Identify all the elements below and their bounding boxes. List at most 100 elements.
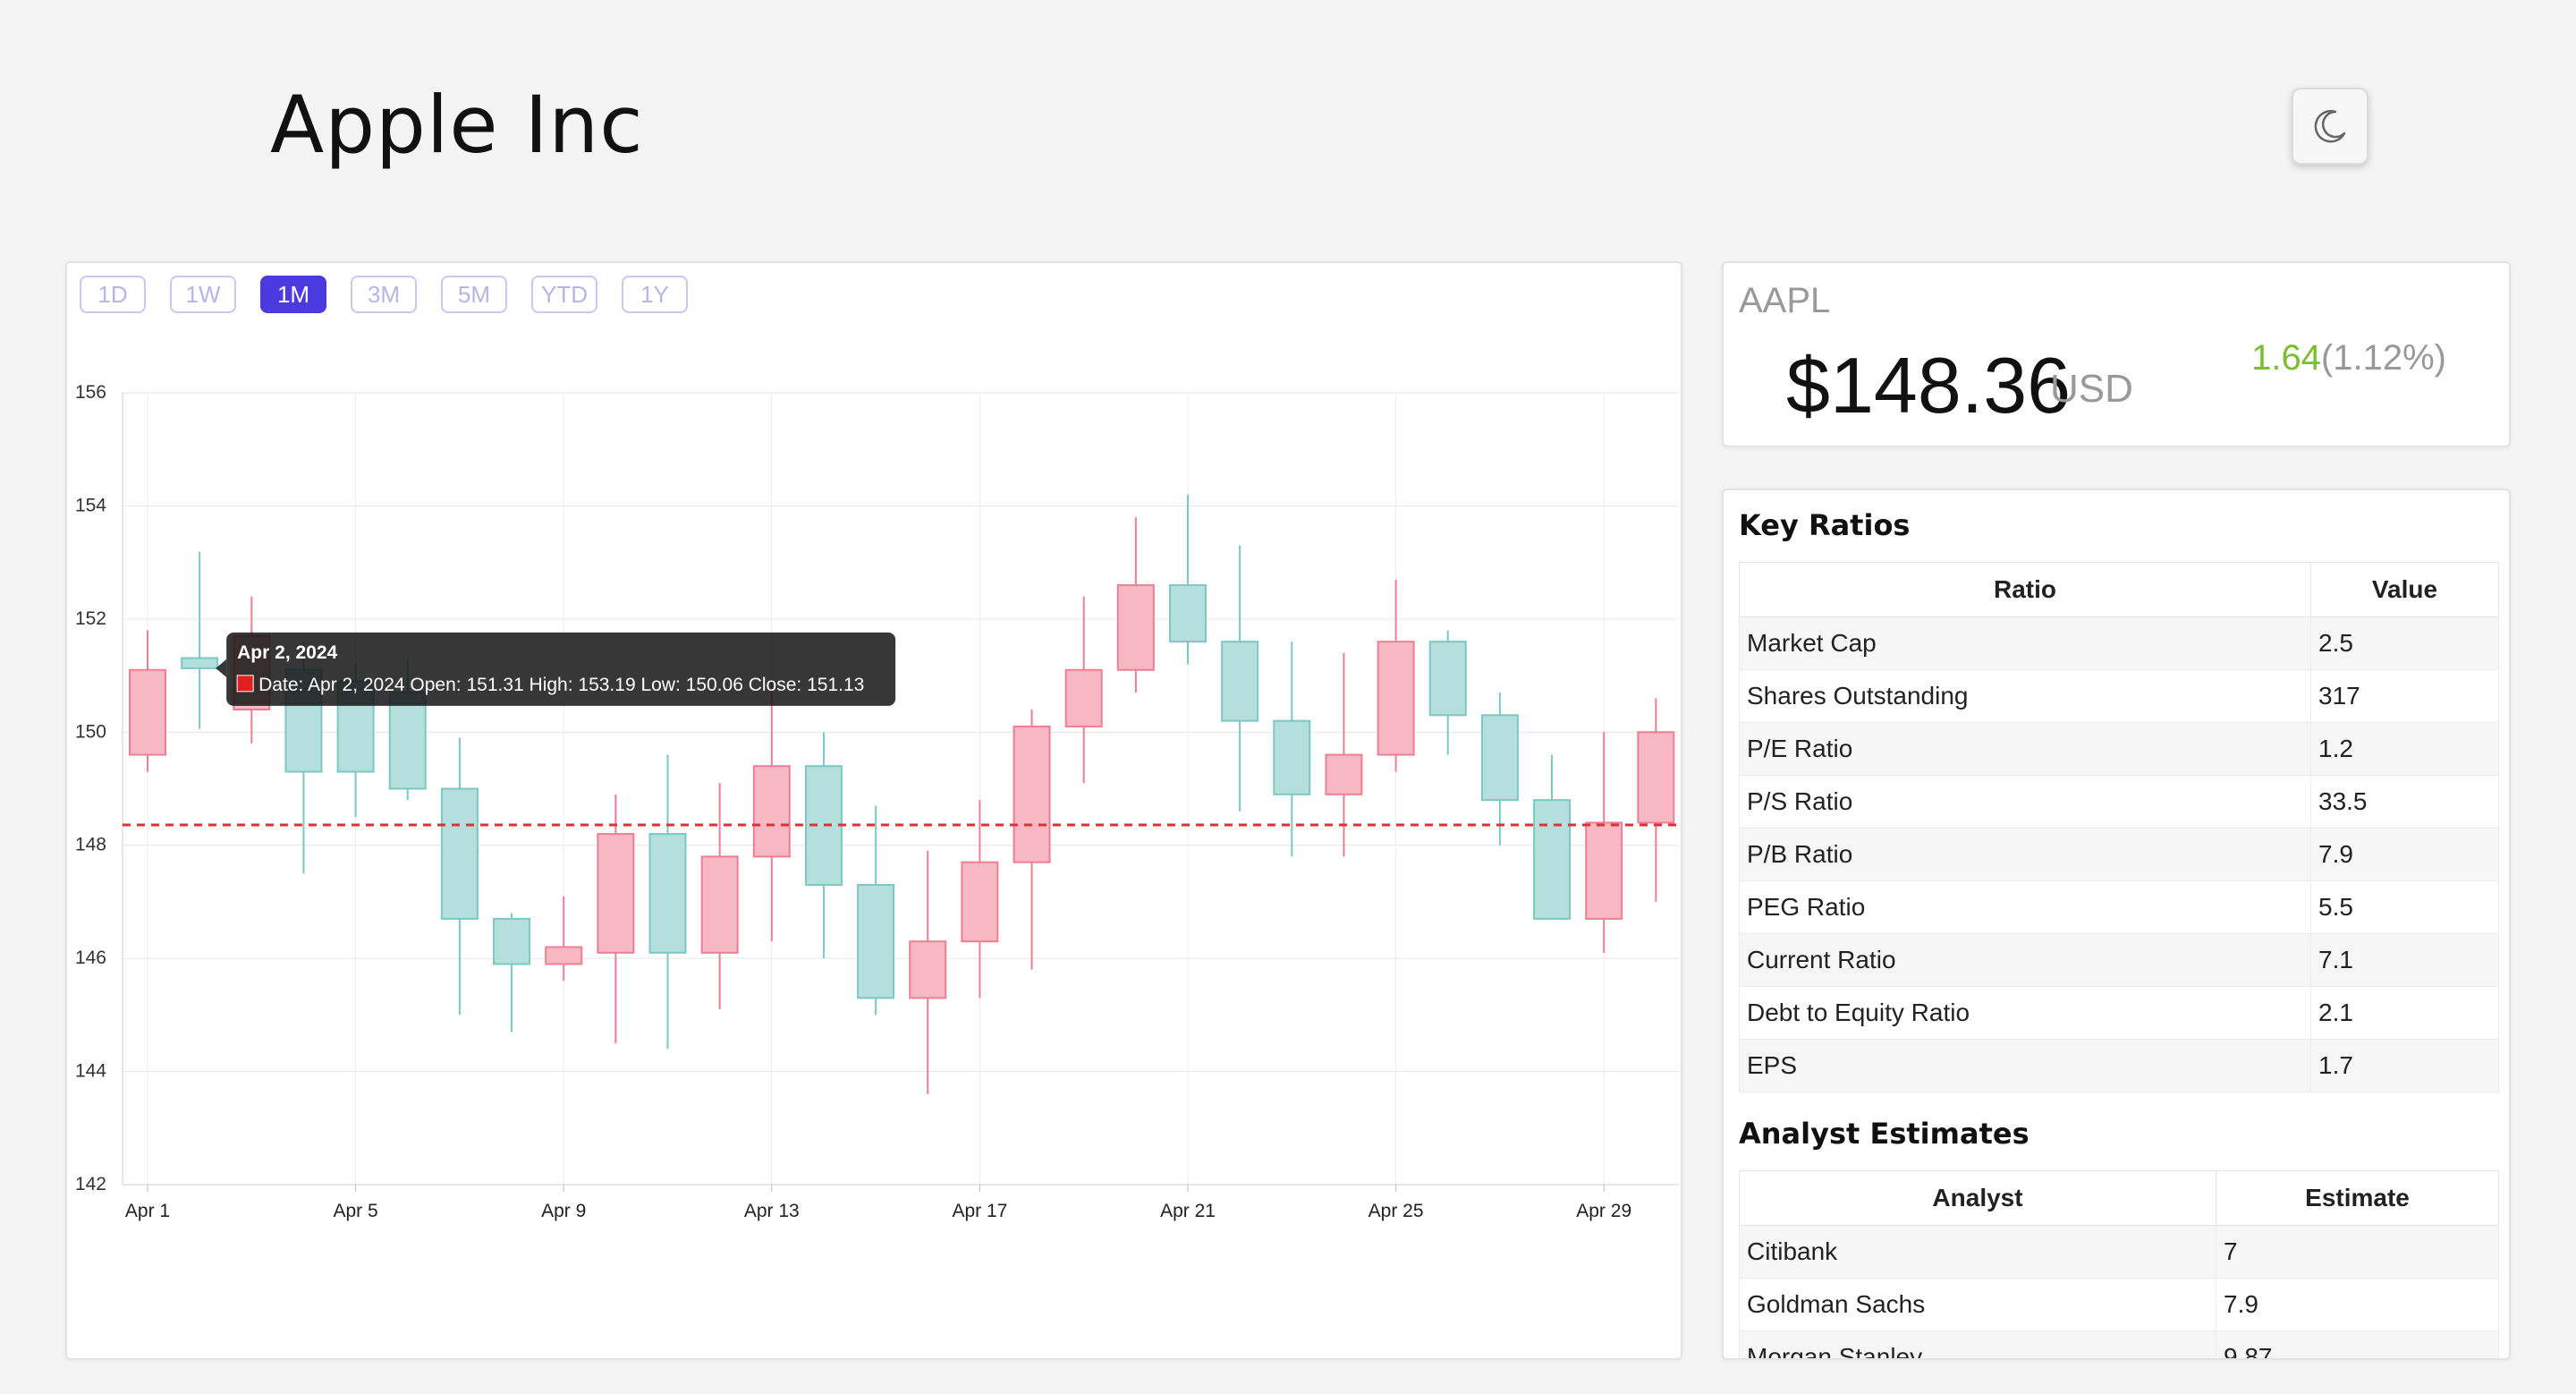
range-button-5m[interactable]: 5M <box>441 276 507 313</box>
tooltip-color-swatch <box>236 675 254 693</box>
candle-body <box>1273 719 1311 795</box>
table-header-row: Ratio Value <box>1739 562 2499 617</box>
estimate-row-value: 7.9 <box>2216 1278 2499 1331</box>
range-button-ytd[interactable]: YTD <box>531 276 597 313</box>
value-column-header: Value <box>2310 562 2499 617</box>
x-tick-label: Apr 13 <box>744 1201 800 1221</box>
x-tick-label: Apr 1 <box>125 1201 170 1221</box>
candle-body <box>545 946 583 965</box>
analyst-estimates-title: Analyst Estimates <box>1739 1117 2029 1151</box>
ratio-row-value: 7.1 <box>2310 933 2499 987</box>
x-tick-label: Apr 9 <box>541 1201 586 1221</box>
y-tick-label: 152 <box>75 608 106 629</box>
change-value: 1.64 <box>2251 338 2321 378</box>
candle-body <box>1428 641 1467 717</box>
ratio-row: Debt to Equity Ratio 2.1 <box>1739 986 2499 1040</box>
estimate-row-value: 9.87 <box>2216 1330 2499 1358</box>
candle-body <box>1116 583 1155 671</box>
candle-body <box>1533 799 1572 920</box>
candle-body <box>388 692 427 790</box>
ratio-row-label: Debt to Equity Ratio <box>1739 986 2311 1040</box>
y-tick-label: 148 <box>75 835 106 855</box>
ratio-row: Market Cap 2.5 <box>1739 616 2499 670</box>
estimate-row-value: 7 <box>2216 1225 2499 1279</box>
ratio-row-label: PEG Ratio <box>1739 880 2311 934</box>
range-button-1w[interactable]: 1W <box>170 276 236 313</box>
ratio-row: Current Ratio 7.1 <box>1739 933 2499 987</box>
candle-body <box>857 883 895 999</box>
candle-body <box>961 861 999 943</box>
estimate-row-label: Goldman Sachs <box>1739 1278 2216 1331</box>
estimate-column-header: Estimate <box>2216 1170 2499 1226</box>
key-ratios-title: Key Ratios <box>1739 508 1911 542</box>
y-tick-label: 154 <box>75 495 106 515</box>
analyst-column-header: Analyst <box>1739 1170 2216 1226</box>
estimate-row: Morgan Stanley 9.87 <box>1739 1330 2499 1358</box>
range-button-1d[interactable]: 1D <box>80 276 146 313</box>
ratio-row: EPS 1.7 <box>1739 1039 2499 1092</box>
ratio-row-value: 33.5 <box>2310 775 2499 829</box>
candle-body <box>1377 641 1415 756</box>
ticker-symbol: AAPL <box>1739 281 1831 320</box>
ratio-column-header: Ratio <box>1739 562 2311 617</box>
candle-body <box>181 657 219 669</box>
ratio-row-label: P/E Ratio <box>1739 722 2311 776</box>
change-percent: (1.12%) <box>2320 338 2446 378</box>
candle-body <box>129 668 166 756</box>
ratio-row: Shares Outstanding 317 <box>1739 669 2499 723</box>
candle-body <box>700 855 739 954</box>
fundamentals-card: Key Ratios Ratio Value Market Cap 2.5 Shar… <box>1722 489 2511 1360</box>
ratio-row-label: Shares Outstanding <box>1739 669 2311 723</box>
candlestick-chart[interactable]: 142 144 146 148 150 152 154 156 Apr 1 Apr 5 Apr 9 A… <box>67 263 1681 1358</box>
candle-body <box>1480 714 1519 802</box>
page-title: Apple Inc <box>270 79 644 171</box>
candle-body <box>1325 753 1363 795</box>
range-button-3m[interactable]: 3M <box>351 276 417 313</box>
ratio-row: P/S Ratio 33.5 <box>1739 775 2499 829</box>
estimate-row-label: Citibank <box>1739 1225 2216 1279</box>
y-tick-label: 142 <box>75 1174 106 1194</box>
ratio-row-label: P/B Ratio <box>1739 828 2311 881</box>
tooltip-title: Apr 2, 2024 <box>237 642 337 663</box>
candle-body <box>1585 821 1623 920</box>
candle-body <box>909 940 947 999</box>
key-ratios-table: Ratio Value Market Cap 2.5 Shares Outstand… <box>1739 562 2499 1092</box>
ratio-row-value: 317 <box>2310 669 2499 723</box>
candle-body <box>597 833 635 954</box>
x-tick-label: Apr 29 <box>1576 1201 1631 1221</box>
chart-card: 142 144 146 148 150 152 154 156 Apr 1 Apr 5 Apr 9 A… <box>65 261 1682 1360</box>
range-selector: 1D 1W 1M 3M 5M YTD 1Y <box>80 276 688 313</box>
range-button-1m[interactable]: 1M <box>260 276 326 313</box>
estimate-row-label: Morgan Stanley <box>1739 1330 2216 1358</box>
quote-card: AAPL $148.36 USD 1.64(1.12%) <box>1722 261 2511 447</box>
candle-body <box>1637 731 1675 824</box>
estimate-row: Citibank 7 <box>1739 1225 2499 1279</box>
ratio-row-value: 7.9 <box>2310 828 2499 881</box>
table-header-row: Analyst Estimate <box>1739 1170 2499 1226</box>
ratio-row-label: P/S Ratio <box>1739 775 2311 829</box>
theme-toggle-button[interactable] <box>2292 88 2368 165</box>
y-tick-label: 150 <box>75 721 106 742</box>
estimate-row: Goldman Sachs 7.9 <box>1739 1278 2499 1331</box>
moon-icon <box>2314 110 2346 143</box>
currency-label: USD <box>2050 367 2133 411</box>
y-tick-label: 146 <box>75 948 106 968</box>
y-tick-label: 156 <box>75 382 106 403</box>
candle-body <box>1013 725 1051 863</box>
y-tick-label: 144 <box>75 1061 106 1082</box>
price-change: 1.64(1.12%) <box>2251 338 2446 378</box>
ratio-row-value: 2.1 <box>2310 986 2499 1040</box>
ratio-row-label: Current Ratio <box>1739 933 2311 987</box>
ratio-row: P/E Ratio 1.2 <box>1739 722 2499 776</box>
candle-body <box>648 833 687 954</box>
ratio-row-value: 2.5 <box>2310 616 2499 670</box>
x-tick-label: Apr 21 <box>1160 1201 1216 1221</box>
ratio-row-value: 1.2 <box>2310 722 2499 776</box>
range-button-1y[interactable]: 1Y <box>622 276 688 313</box>
tooltip-body: Date: Apr 2, 2024 Open: 151.31 High: 153… <box>258 675 864 695</box>
candle-body <box>1064 668 1103 727</box>
ratio-row: PEG Ratio 5.5 <box>1739 880 2499 934</box>
candle-body <box>752 765 791 858</box>
ratio-row-value: 5.5 <box>2310 880 2499 934</box>
candle-body <box>1169 583 1207 643</box>
